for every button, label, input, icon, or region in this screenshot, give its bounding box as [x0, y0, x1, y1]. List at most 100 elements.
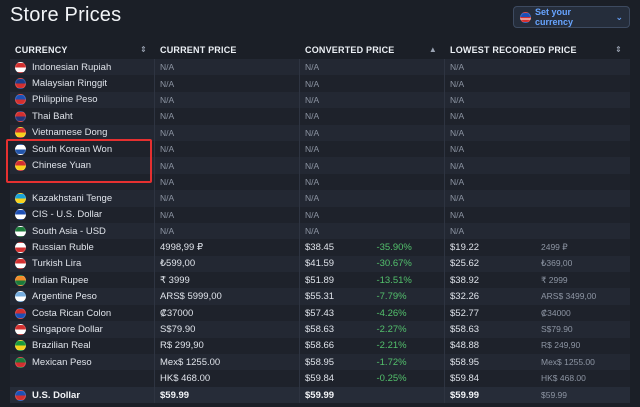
price-difference: -2.27% [376, 323, 407, 335]
currency-cell: South Korean Won [10, 140, 155, 158]
table-row[interactable]: Turkish Lira ₺599,00 $41.59 -30.67% $25.62 ₺3… [10, 255, 630, 273]
set-currency-button[interactable]: Set your currency ⌄ [513, 6, 630, 28]
table-row[interactable]: Thai Baht N/A N/A N/A [10, 108, 630, 125]
table-row[interactable]: N/A N/A N/A [10, 173, 630, 191]
sort-icon: ⇕ [615, 45, 622, 54]
currency-cell: Indian Rupee [10, 272, 155, 289]
lowest-local-price: S$79.90 [540, 323, 573, 334]
lowest-split: N/A [450, 79, 630, 89]
current-price: N/A [155, 157, 300, 174]
currency-cell: Singapore Dollar [10, 321, 155, 338]
lowest-local-price [541, 210, 630, 220]
lowest-price-cell: N/A [445, 125, 630, 141]
table-row[interactable]: HK$ 468.00 $59.84 -0.25% $59.84 HK$ 468.00 [10, 370, 630, 387]
lowest-local-price: ₡34000 [540, 307, 571, 318]
converted-price-cell: $58.63 -2.27% [300, 321, 445, 338]
table-row[interactable]: Indian Rupee ₹ 3999 $51.89 -13.51% $38.92 ₹ 2… [10, 272, 630, 289]
table-row[interactable]: South Asia - USD N/A N/A N/A [10, 222, 630, 240]
converted-price: N/A [305, 144, 320, 155]
currency-cell: Russian Ruble [10, 239, 155, 256]
lowest-price: N/A [450, 62, 465, 73]
converted-price: N/A [305, 160, 320, 171]
converted-split: N/A [305, 193, 444, 203]
lowest-price: $38.92 [450, 274, 480, 286]
converted-price: N/A [305, 94, 320, 105]
table-row[interactable]: CIS - U.S. Dollar N/A N/A N/A [10, 206, 630, 223]
table-row[interactable]: Kazakhstani Tenge N/A N/A N/A [10, 190, 630, 207]
table-row[interactable]: Brazilian Real R$ 299,90 $58.66 -2.21% $48.8… [10, 337, 630, 355]
currency-name: Vietnamese Dong [32, 127, 108, 139]
flag-icon [15, 192, 26, 204]
current-price: ₡37000 [155, 304, 300, 322]
price-difference: -7.79% [376, 291, 407, 303]
table-row[interactable]: Argentine Peso ARS$ 5999,00 $55.31 -7.79% $3… [10, 288, 630, 305]
table-row[interactable]: Costa Rican Colon ₡37000 $57.43 -4.26% $52.7… [10, 304, 630, 322]
converted-price: N/A [305, 193, 320, 204]
lowest-local-price: ₹ 2999 [540, 274, 568, 285]
converted-split: $58.63 -2.27% [305, 324, 444, 335]
currency-name: Chinese Yuan [32, 160, 91, 172]
current-price: HK$ 468.00 [155, 370, 300, 387]
table-row[interactable]: Indonesian Rupiah N/A N/A N/A [10, 59, 630, 76]
converted-price-cell: N/A [300, 157, 445, 174]
lowest-price: N/A [450, 209, 465, 220]
flag-icon [15, 160, 26, 172]
flag-icon [15, 143, 26, 155]
converted-price-cell: N/A [300, 75, 445, 92]
table-row[interactable]: Russian Ruble 4998,99 ₽ $38.45 -35.90% $19.2… [10, 239, 630, 256]
lowest-price: $59.84 [450, 373, 480, 385]
lowest-local-price: Mex$ 1255.00 [540, 356, 595, 367]
lowest-price-cell: $19.22 2499 ₽ [445, 239, 630, 255]
converted-split: $57.43 -4.26% [305, 308, 444, 319]
currency-name: Singapore Dollar [32, 323, 103, 335]
table-row[interactable]: Vietnamese Dong N/A N/A N/A [10, 124, 630, 141]
current-price: N/A [155, 108, 300, 125]
table-row[interactable]: U.S. Dollar $59.99 $59.99 $59.99 $59.99 [10, 386, 630, 404]
price-difference [376, 95, 444, 105]
column-header-current-price[interactable]: CURRENT PRICE [155, 40, 300, 59]
column-header-currency[interactable]: CURRENCY ⇕ [10, 40, 155, 59]
flag-icon [15, 209, 26, 221]
column-header-lowest-price[interactable]: LOWEST RECORDED PRICE ⇕ [445, 40, 630, 59]
table-row[interactable]: Singapore Dollar S$79.90 $58.63 -2.27% $58.6… [10, 321, 630, 338]
currency-cell: Kazakhstani Tenge [10, 190, 155, 207]
converted-split: N/A [305, 226, 444, 236]
converted-price-cell: N/A [300, 173, 445, 191]
converted-price-cell: $59.84 -0.25% [300, 370, 445, 387]
converted-split: N/A [305, 144, 444, 154]
currency-cell: Turkish Lira [10, 255, 155, 273]
table-row[interactable]: Malaysian Ringgit N/A N/A N/A [10, 75, 630, 92]
converted-split: N/A [305, 111, 444, 121]
lowest-local-price: ARS$ 3499,00 [540, 291, 597, 302]
converted-price: $59.84 [305, 373, 335, 385]
currency-cell: CIS - U.S. Dollar [10, 206, 155, 223]
converted-price: $51.89 [305, 274, 335, 286]
currency-name: South Korean Won [32, 143, 113, 155]
currency-name: Brazilian Real [32, 340, 91, 352]
price-difference [376, 111, 444, 121]
price-difference [376, 177, 444, 187]
lowest-price: N/A [450, 160, 465, 171]
price-difference: -13.51% [376, 274, 412, 286]
currency-name: Turkish Lira [32, 258, 82, 270]
table-row[interactable]: Mexican Peso Mex$ 1255.00 $58.95 -1.72% $58.… [10, 354, 630, 371]
converted-price-cell: $51.89 -13.51% [300, 272, 445, 289]
lowest-price-cell: $58.95 Mex$ 1255.00 [445, 354, 630, 370]
flag-icon [15, 323, 26, 335]
column-header-converted-price[interactable]: CONVERTED PRICE ▲ [300, 40, 445, 59]
table-row[interactable]: Philippine Peso N/A N/A N/A [10, 91, 630, 109]
lowest-price-cell: N/A [445, 141, 630, 157]
currency-cell: Chinese Yuan [10, 157, 155, 174]
current-price: N/A [155, 190, 300, 207]
currency-cell: Costa Rican Colon [10, 304, 155, 322]
lowest-price-cell: $59.84 HK$ 468.00 [445, 370, 630, 386]
price-table: CURRENCY ⇕ CURRENT PRICE CONVERTED PRICE… [10, 40, 630, 404]
table-body: Indonesian Rupiah N/A N/A N/A Malaysian Ring… [10, 59, 630, 404]
table-row[interactable]: Chinese Yuan N/A N/A N/A [10, 157, 630, 174]
price-difference [376, 79, 444, 89]
flag-icon [15, 241, 26, 253]
currency-name: Thai Baht [32, 110, 73, 122]
table-row[interactable]: South Korean Won N/A N/A N/A [10, 140, 630, 158]
lowest-split: N/A [450, 177, 630, 187]
converted-split: N/A [305, 210, 444, 220]
